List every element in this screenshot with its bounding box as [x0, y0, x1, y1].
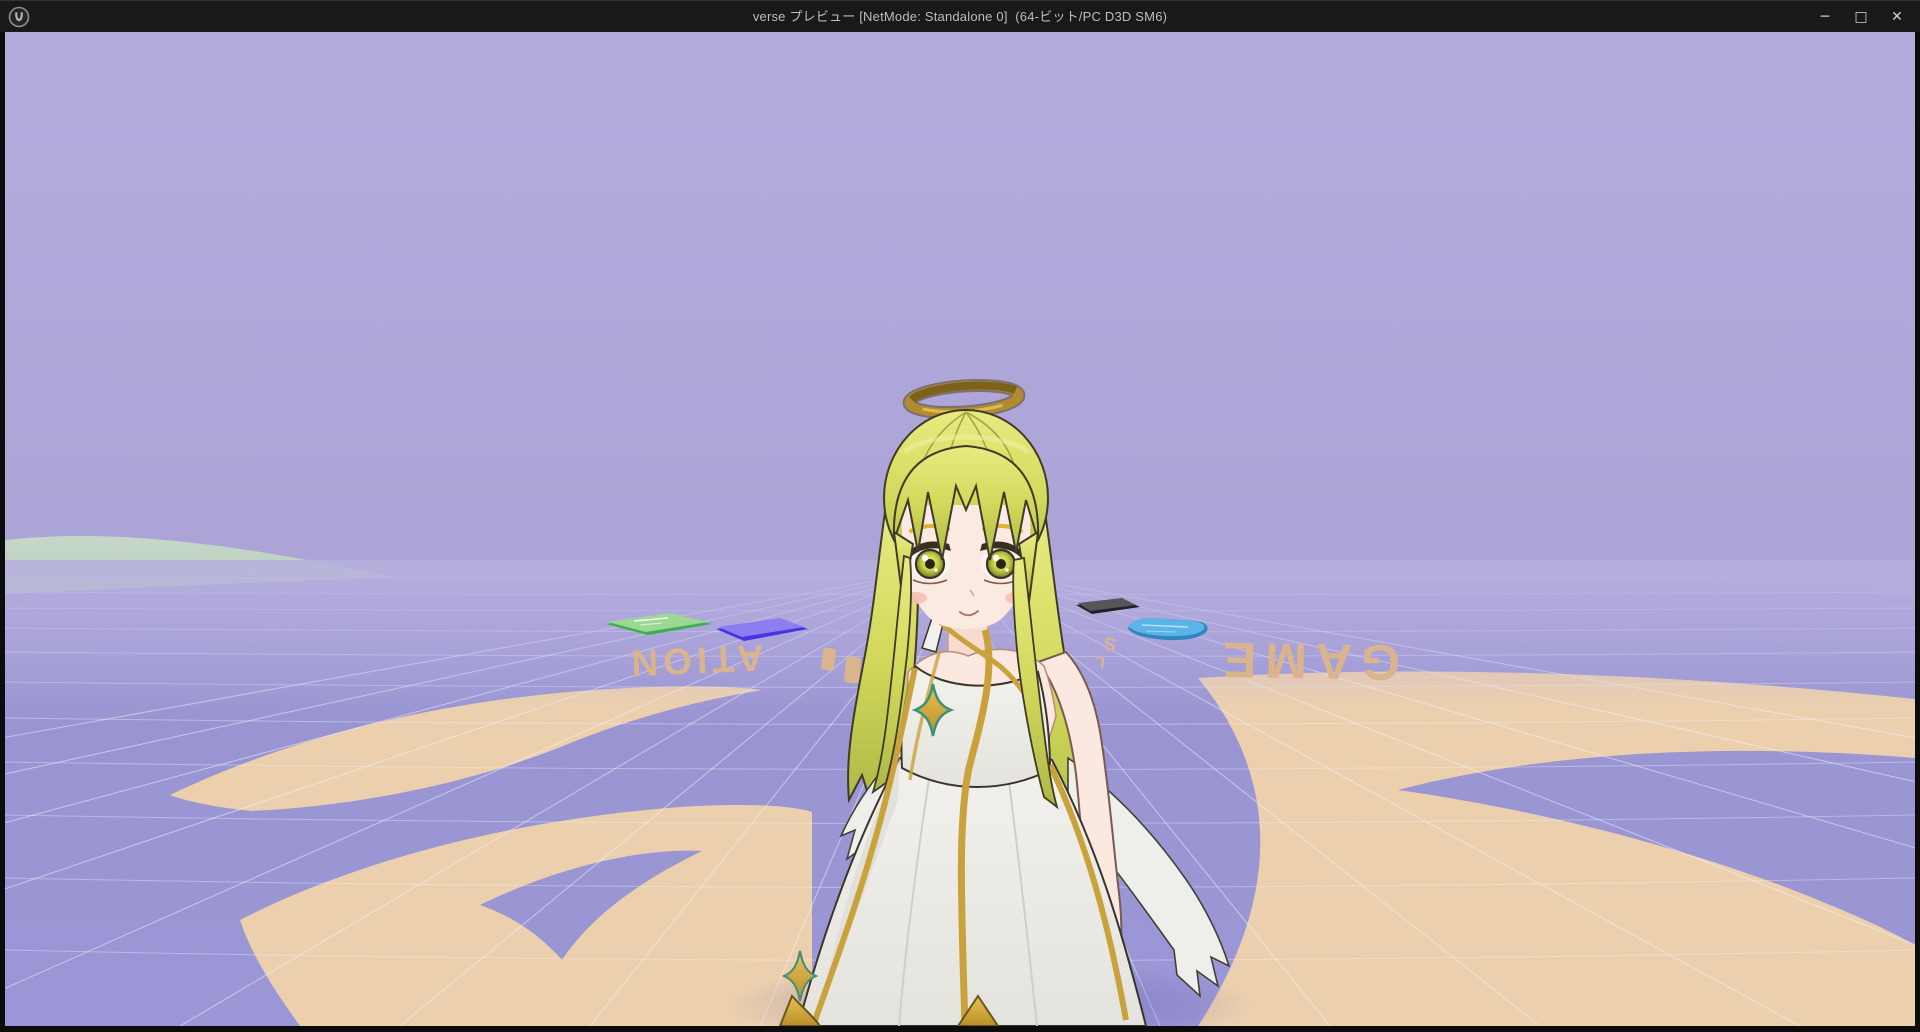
floor-text-game: GAME	[1214, 631, 1401, 690]
floor-text-fragment-s: S	[1103, 634, 1116, 655]
window-controls: ─ □ ✕	[1810, 1, 1912, 33]
title-bar: verse プレビュー [NetMode: Standalone 0] (64-…	[0, 0, 1920, 32]
maximize-button[interactable]: □	[1846, 4, 1876, 30]
floor-text-ation: ATION	[626, 637, 765, 684]
scene: GAME ATION S L	[5, 32, 1915, 1026]
unreal-logo-glyph	[7, 5, 31, 29]
minimize-button[interactable]: ─	[1810, 4, 1840, 30]
window-frame: { "window": { "title": "verse プレビュー [Net…	[0, 0, 1920, 1032]
window-title: verse プレビュー [NetMode: Standalone 0] (64-…	[0, 1, 1920, 33]
floor-text-fragment-l: L	[1094, 653, 1106, 671]
close-button[interactable]: ✕	[1882, 4, 1912, 30]
unreal-logo-icon[interactable]	[6, 4, 32, 30]
game-viewport[interactable]: GAME ATION S L	[5, 32, 1915, 1026]
